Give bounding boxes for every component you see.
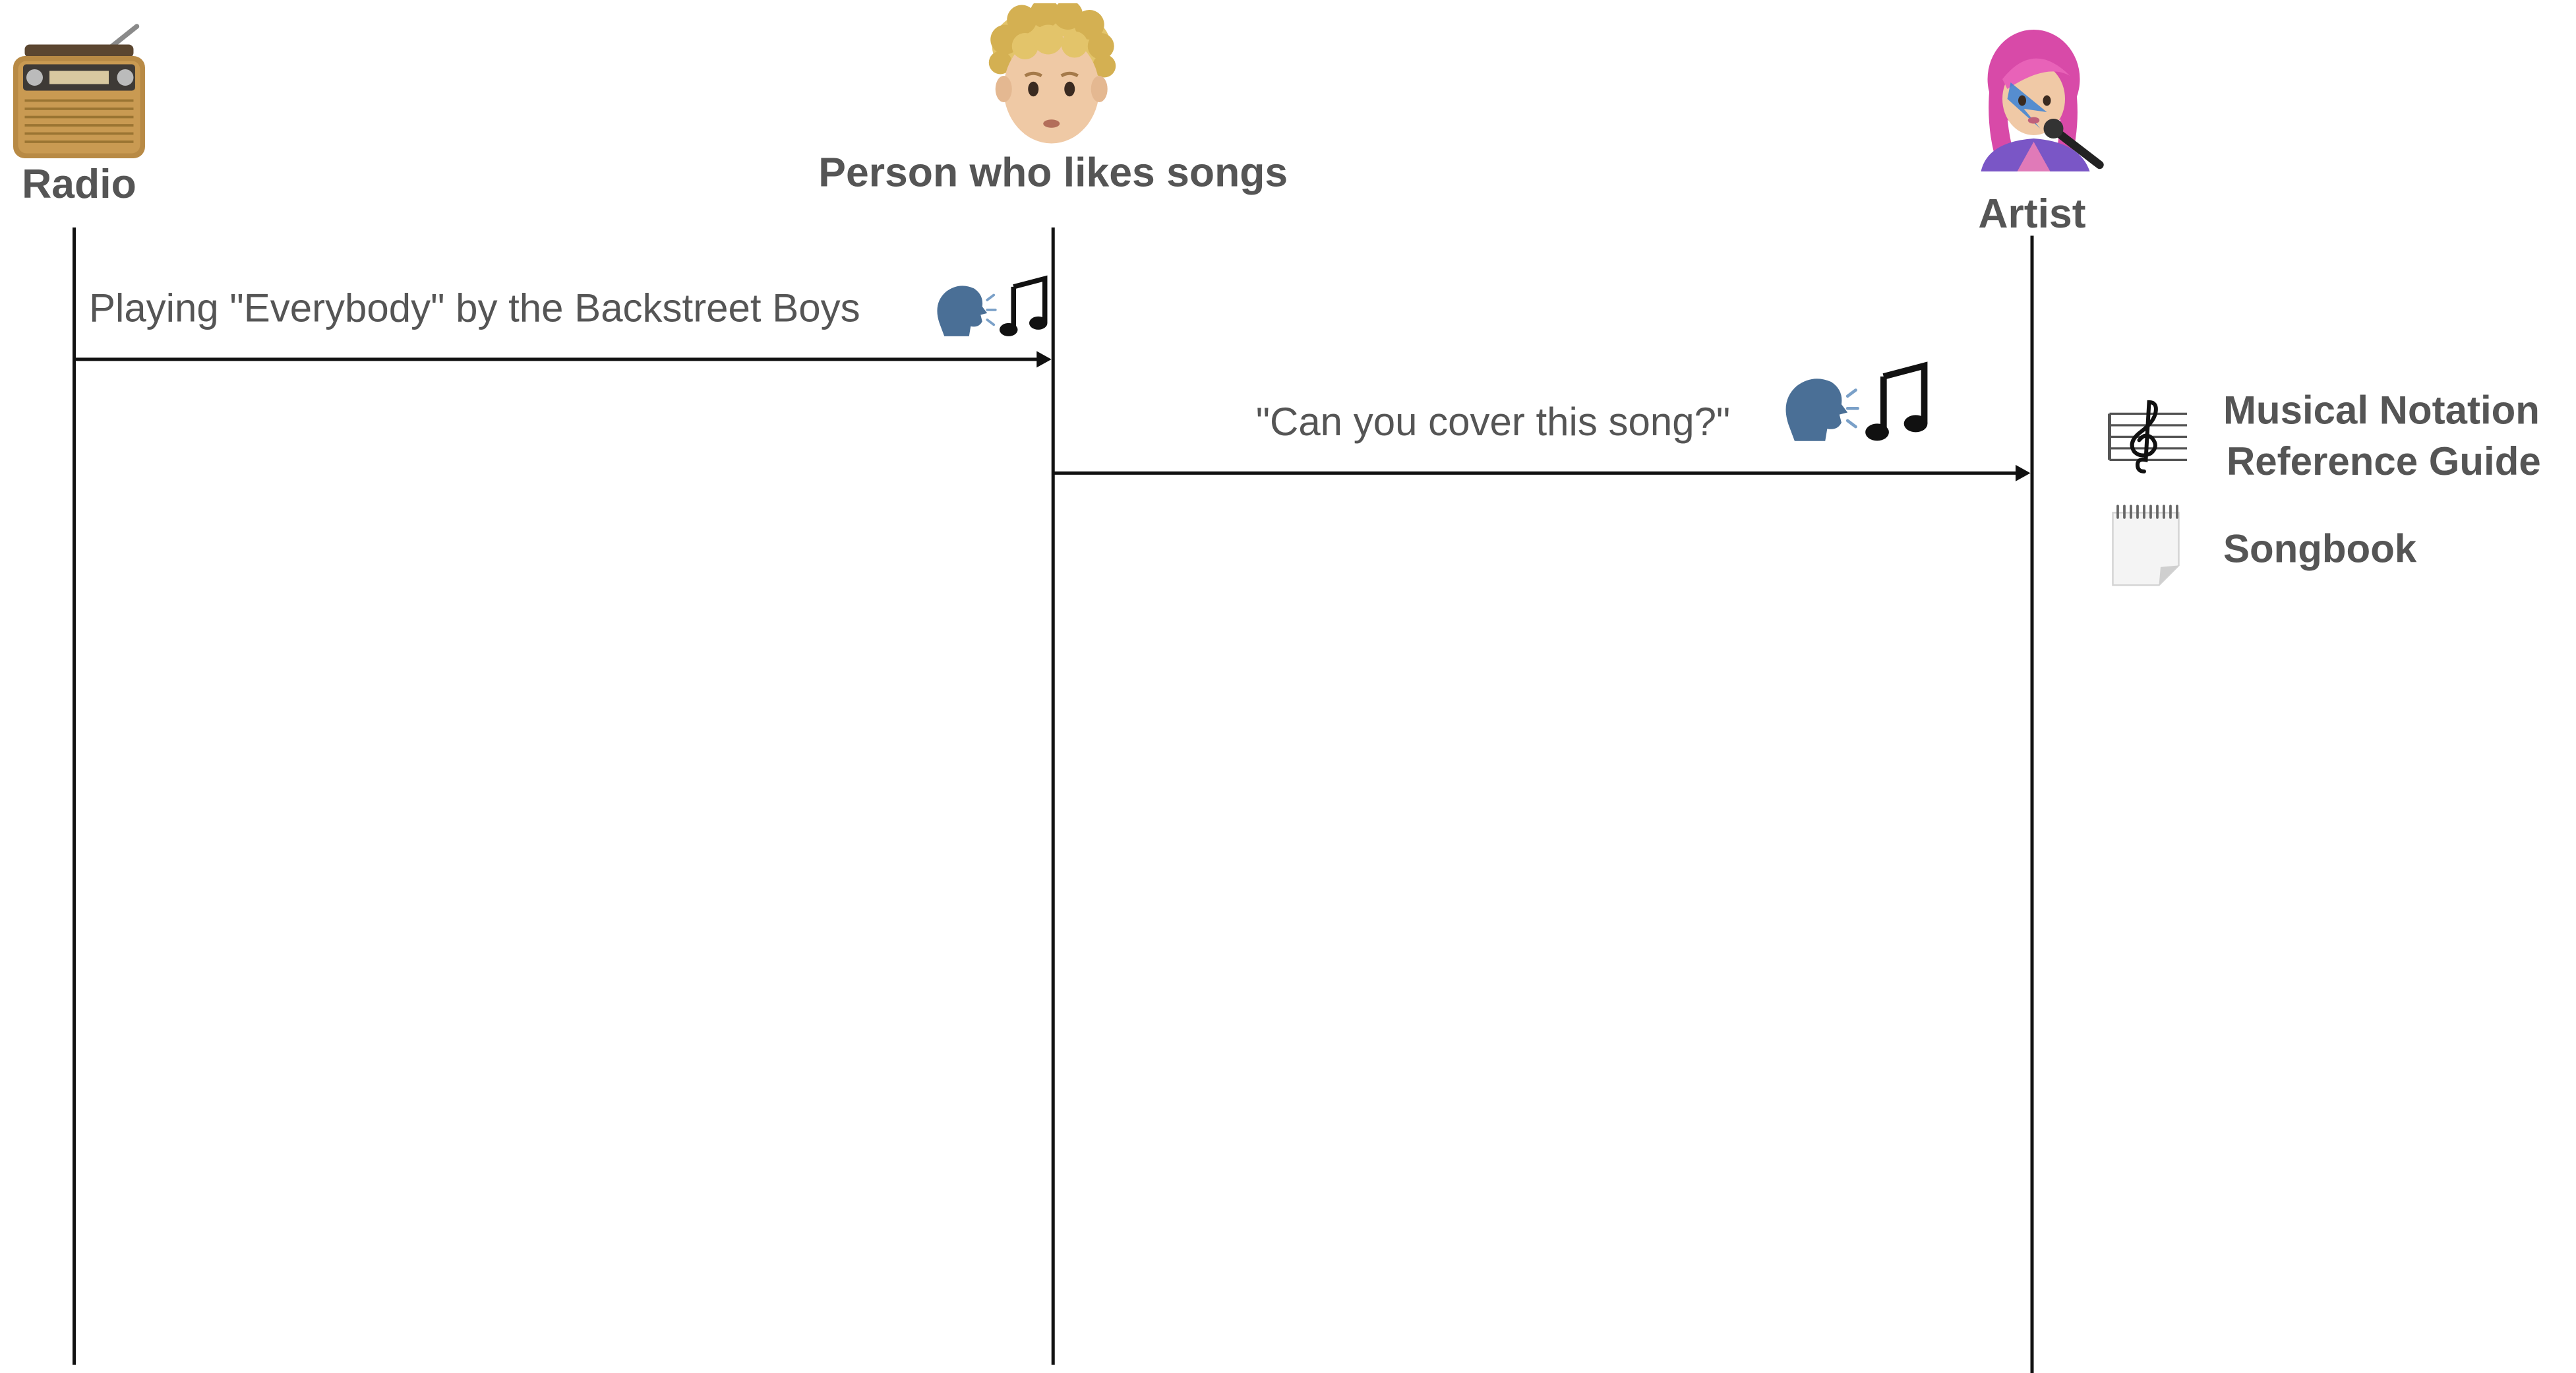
reference-guide-label-line1: Musical Notation xyxy=(2223,388,2540,434)
radio-lifeline xyxy=(72,227,76,1365)
person-lifeline xyxy=(1051,227,1055,1365)
message-2-text: "Can you cover this song?" xyxy=(1255,400,1731,445)
sequence-diagram: Radio Person who likes songs Artist Play… xyxy=(0,0,2576,1373)
musical-score-icon xyxy=(2107,400,2187,473)
artist-lifeline xyxy=(2030,235,2034,1373)
message-2-arrow xyxy=(1053,464,2031,481)
music-notes-icon xyxy=(1865,361,1928,441)
artist-label: Artist xyxy=(1978,191,2086,237)
songbook-label: Songbook xyxy=(2223,527,2417,572)
message-1-text: Playing "Everybody" by the Backstreet Bo… xyxy=(88,286,860,332)
radio-label: Radio xyxy=(22,161,136,208)
speaking-head-icon xyxy=(937,286,997,336)
reference-guide-label: Musical Notation Reference Guide xyxy=(2223,386,2541,488)
music-note-icon xyxy=(1000,275,1048,336)
spiral-notepad-icon xyxy=(2112,504,2180,586)
person-label: Person who likes songs xyxy=(818,150,1288,197)
reference-guide-label-line2: Reference Guide xyxy=(2226,440,2541,485)
message-1-arrow xyxy=(74,351,1052,368)
person-icon xyxy=(988,3,1116,144)
singer-icon xyxy=(1981,29,2104,171)
radio-icon xyxy=(13,24,145,158)
speaking-head-icon xyxy=(1785,379,1859,441)
